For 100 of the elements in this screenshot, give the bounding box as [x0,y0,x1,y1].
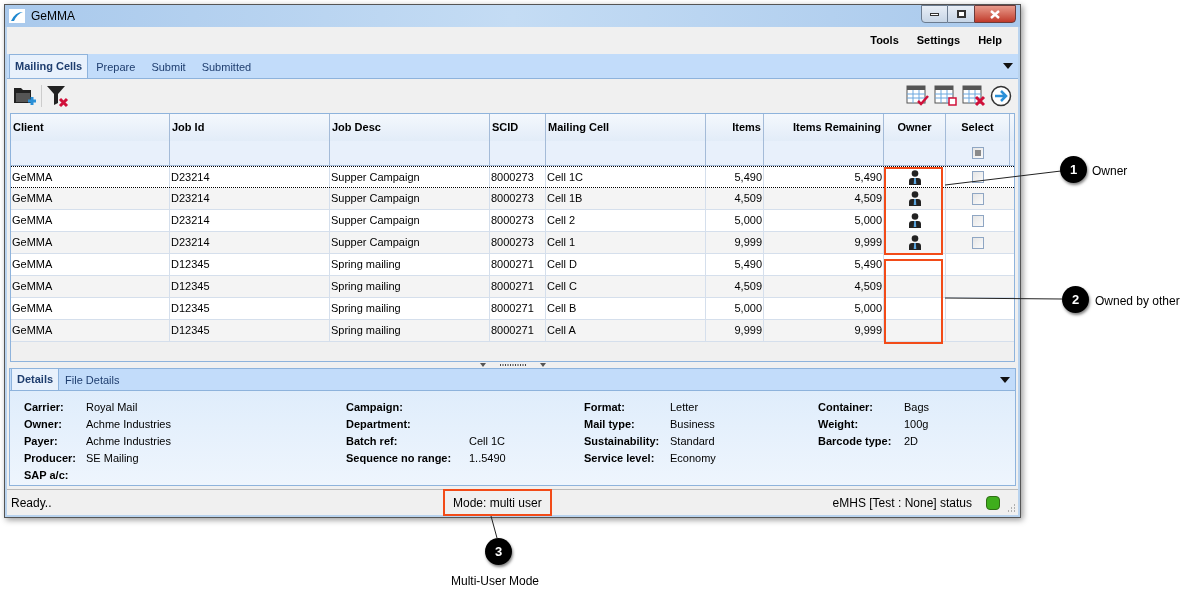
table-cell: 5,000 [764,210,884,231]
field-label: SAP a/c: [24,468,70,484]
table-cell: 9,999 [706,320,764,341]
table-cell: 9,999 [764,232,884,253]
field-label: Container: [818,400,874,416]
field-label: Department: [346,417,412,433]
table-uncheck-icon[interactable] [934,85,958,107]
close-button[interactable] [974,5,1016,23]
mode-indicator: Mode: multi user [453,494,542,512]
tab[interactable]: Mailing Cells [9,54,89,78]
resize-grip-icon[interactable] [1006,503,1016,513]
person-icon [908,213,921,228]
caret-icon[interactable] [1000,376,1010,383]
table-cell: 8000273 [490,210,546,231]
table-cell: 5,490 [706,167,764,187]
maximize-button[interactable] [948,5,974,23]
table-row[interactable]: GeMMA D12345 Spring mailing 8000271 Cell A 9,999 9,999 [11,320,1014,342]
table-cell: D12345 [170,320,330,341]
table-cell: 9,999 [706,232,764,253]
table-cell: Supper Campaign [330,210,490,231]
table-cell: GeMMA [11,276,170,297]
table-row[interactable]: GeMMA D23214 Supper Campaign 8000273 Cell 1B 4,509 4,509 [11,188,1014,210]
field-value: 2D [904,434,919,450]
table-cell: 5,490 [706,254,764,275]
tab[interactable]: File Details [59,370,126,390]
table-cell: Spring mailing [330,254,490,275]
table-cell: GeMMA [11,188,170,209]
field-label: Service level: [584,451,656,467]
field-value: Achme Industries [86,434,171,450]
checkbox[interactable] [972,236,984,249]
tab[interactable]: Submit [143,56,194,78]
table-cell: D23214 [170,167,330,187]
field-label: Format: [584,400,626,416]
table-row[interactable]: GeMMA D12345 Spring mailing 8000271 Cell D 5,490 5,490 [11,254,1014,276]
table-cell: Spring mailing [330,276,490,297]
splitter-grip-icon[interactable] [479,362,546,368]
table-cell: Cell 1B [546,188,706,209]
table-cell: 4,509 [764,188,884,209]
table-cell: D23214 [170,210,330,231]
field-label: Barcode type: [818,434,893,450]
person-icon [908,169,921,185]
table-row[interactable]: GeMMA D23214 Supper Campaign 8000273 Cell 1 9,999 9,999 [11,232,1014,254]
callout-label: Multi-User Mode [451,573,540,590]
table-cell: D12345 [170,298,330,319]
caret-icon[interactable] [1003,63,1013,69]
table-cell: 5,490 [764,167,884,187]
tab[interactable]: Submitted [193,56,260,78]
app-logo-icon [9,9,25,23]
table-check-icon[interactable] [906,85,930,107]
table-cell: GeMMA [11,210,170,231]
field-label: Batch ref: [346,434,399,450]
table-cell: Supper Campaign [330,188,490,209]
field-label: Mail type: [584,417,636,433]
table-cell: 4,509 [706,276,764,297]
tab[interactable]: Prepare [88,56,144,78]
checkbox[interactable] [971,147,984,159]
field-value: SE Mailing [86,451,139,467]
table-cell: 8000271 [490,276,546,297]
table-cell: GeMMA [11,232,170,253]
table-cell: Cell A [546,320,706,341]
table-cell: 5,000 [764,298,884,319]
table-cell: 8000273 [490,167,546,187]
menu-item[interactable]: Tools [870,32,899,49]
table-row[interactable]: GeMMA D23214 Supper Campaign 8000273 Cell 1C 5,490 5,490 [11,166,1014,188]
field-value: 100g [904,417,929,433]
table-cell: 4,509 [706,188,764,209]
field-label: Weight: [818,417,860,433]
field-label: Producer: [24,451,77,467]
table-cell: Supper Campaign [330,232,490,253]
field-label: Carrier: [24,400,65,416]
filter-clear-icon[interactable] [46,84,70,108]
table-row[interactable]: GeMMA D12345 Spring mailing 8000271 Cell B 5,000 5,000 [11,298,1014,320]
field-value: Economy [670,451,716,467]
folder-add-icon[interactable] [13,85,37,107]
field-value: Achme Industries [86,417,171,433]
minimize-button[interactable] [921,5,948,23]
table-cell: 5,000 [706,298,764,319]
table-cell: 8000273 [490,188,546,209]
tab[interactable]: Details [11,368,60,390]
table-cell: 8000273 [490,232,546,253]
arrow-right-icon[interactable] [990,85,1012,107]
checkbox[interactable] [972,214,984,227]
table-row[interactable]: GeMMA D23214 Supper Campaign 8000273 Cell 2 5,000 5,000 [11,210,1014,232]
table-delete-icon[interactable] [962,85,986,107]
menu-item[interactable]: Settings [916,32,961,49]
field-value: Business [670,417,715,433]
table-cell: 8000271 [490,320,546,341]
menu-item[interactable]: Help [978,32,1002,49]
table-cell: Supper Campaign [330,167,490,187]
field-value: Bags [904,400,930,416]
window-title: GeMMA [31,8,75,25]
field-value: 1..5490 [469,451,506,467]
table-row[interactable]: GeMMA D12345 Spring mailing 8000271 Cell C 4,509 4,509 [11,276,1014,298]
close-icon [990,9,1000,19]
person-icon [908,235,921,250]
table-cell: 5,490 [764,254,884,275]
checkbox[interactable] [972,192,984,205]
table-cell: Spring mailing [330,320,490,341]
person-icon [908,191,921,206]
field-label: Sequence no range: [346,451,453,467]
